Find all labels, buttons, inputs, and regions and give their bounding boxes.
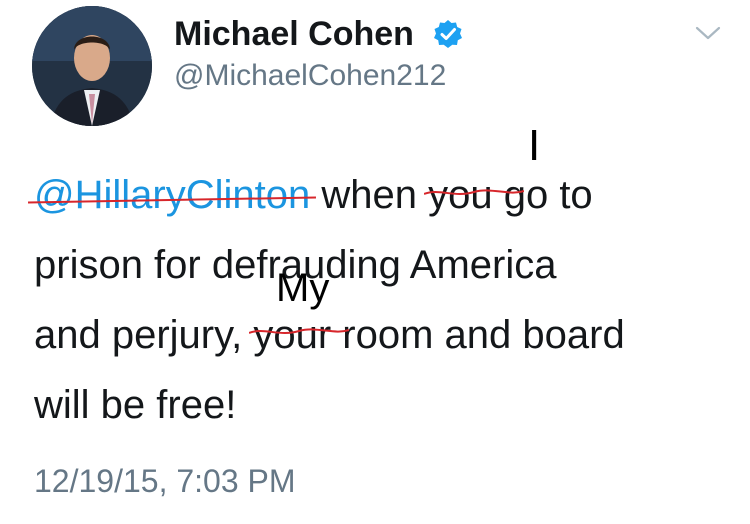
- struck-word: your: [249, 300, 350, 370]
- chevron-down-icon[interactable]: [694, 24, 722, 42]
- tweet-line-2: prison for defrauding America: [34, 243, 557, 287]
- struck-word-text: you: [428, 173, 493, 217]
- struck-word-text: your: [253, 313, 332, 357]
- mention-link[interactable]: @HillaryClinton: [28, 160, 317, 230]
- verified-badge-icon: [434, 20, 462, 48]
- struck-word: you: [424, 160, 525, 230]
- tweet-text-segment: when: [310, 173, 429, 217]
- tweet-text-segment: go to: [492, 173, 593, 217]
- tweet-text-segment: room and board: [331, 313, 625, 357]
- tweet-text: @HillaryClinton when you go to prison fo…: [28, 160, 734, 440]
- display-name[interactable]: Michael Cohen: [174, 14, 414, 54]
- handwritten-insert: My: [276, 266, 330, 310]
- tweet-line-1: @HillaryClinton when you go to: [28, 160, 734, 230]
- tweet-line-3: and perjury, your room and board: [34, 300, 734, 370]
- user-handle[interactable]: @MichaelCohen212: [174, 58, 446, 94]
- avatar-photo: [32, 6, 152, 126]
- tweet-timestamp[interactable]: 12/19/15, 7:03 PM: [34, 462, 296, 500]
- avatar[interactable]: [32, 6, 152, 126]
- tweet-line-4: will be free!: [34, 383, 237, 427]
- mention-text: @HillaryClinton: [34, 173, 311, 217]
- handwritten-insert: I: [528, 121, 541, 170]
- tweet-text-segment: and perjury,: [34, 313, 254, 357]
